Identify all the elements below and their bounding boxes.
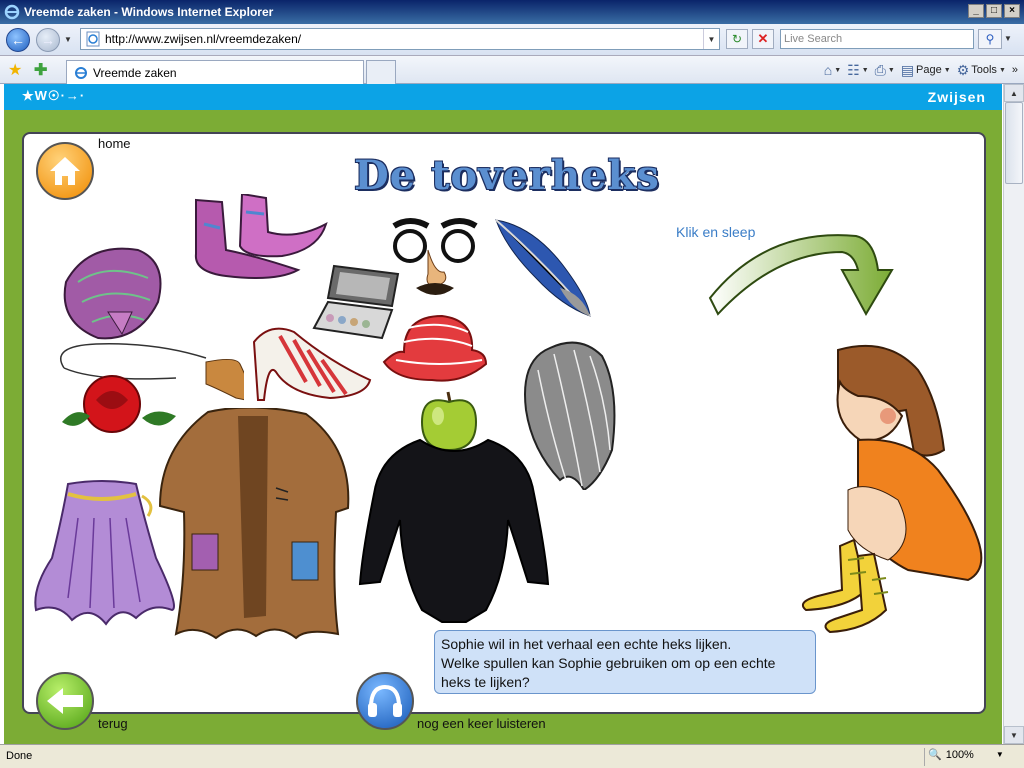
tab-label: Vreemde zaken: [93, 65, 177, 80]
search-button[interactable]: ⚲: [978, 29, 1002, 49]
brand-link[interactable]: Zwijsen: [928, 89, 986, 105]
page-icon: ▤: [900, 61, 915, 78]
recent-pages-dropdown[interactable]: ▼: [64, 35, 72, 44]
headphones-icon: [368, 684, 402, 717]
minimize-button[interactable]: _: [968, 4, 984, 18]
sophie-girl-character: [802, 344, 983, 634]
game-stage: home De toverheks Klik en sleep Sophie w…: [22, 132, 986, 731]
home-label: home: [98, 136, 131, 151]
address-toolbar: ← → ▼ http://www.zwijsen.nl/vreemdezaken…: [0, 24, 1024, 56]
purple-skirt-item[interactable]: [32, 478, 180, 630]
tools-menu[interactable]: ⚙ Tools ▼: [957, 62, 1006, 79]
home-button[interactable]: [36, 142, 94, 200]
speech-line-2: Welke spullen kan Sophie gebruiken om op…: [441, 655, 776, 671]
new-tab-button[interactable]: [366, 60, 396, 84]
ie-logo-icon: [4, 4, 20, 20]
home-icon: ⌂: [823, 62, 833, 78]
rss-feed-icon: ☷: [847, 61, 860, 78]
close-button[interactable]: ×: [1004, 4, 1020, 18]
zoom-dropdown-icon: ▼: [995, 750, 1004, 759]
listen-again-label: nog een keer luisteren: [417, 716, 546, 731]
status-bar: Done 🔍 100% ▼: [0, 744, 1024, 768]
scroll-up-arrow-icon[interactable]: ▲: [1004, 84, 1024, 102]
house-icon: [50, 157, 80, 185]
ie-page-icon: [75, 66, 87, 79]
stop-icon: ✕: [757, 31, 769, 46]
listen-again-button[interactable]: [356, 672, 414, 730]
purple-headscarf-item[interactable]: [58, 242, 168, 344]
tab-toolbar: ★ ✚ Vreemde zaken ⌂ ▼ ☷ ▼ ⎙ ▼ ▤ Page ▼ ⚙ Tools…: [0, 56, 1024, 84]
arrow-left-icon: ←: [11, 31, 25, 48]
ie-page-icon: [86, 31, 100, 47]
red-striped-hat-item[interactable]: [382, 310, 488, 384]
home-command[interactable]: ⌂ ▼: [824, 62, 841, 78]
arrow-left-icon: [47, 688, 83, 714]
tattered-coat-item[interactable]: [156, 408, 352, 640]
zoom-magnifier-icon: 🔍: [928, 749, 942, 761]
address-field[interactable]: http://www.zwijsen.nl/vreemdezaken/ ▼: [80, 28, 720, 50]
feeds-command[interactable]: ☷ ▼: [847, 62, 869, 79]
page-title: De toverheks: [354, 152, 660, 199]
favorites-star-icon[interactable]: ★: [8, 60, 22, 80]
search-icon: ⚲: [985, 32, 995, 46]
speech-line-3: heks te lijken?: [441, 674, 530, 690]
back-label: terug: [98, 716, 128, 731]
forward-nav-button[interactable]: →: [36, 27, 60, 52]
address-dropdown[interactable]: ▼: [703, 29, 719, 49]
speech-line-1: Sophie wil in het verhaal een echte heks…: [441, 636, 732, 652]
more-commands[interactable]: »: [1012, 64, 1018, 76]
gear-icon: ⚙: [956, 61, 970, 78]
command-bar: ⌂ ▼ ☷ ▼ ⎙ ▼ ▤ Page ▼ ⚙ Tools ▼ »: [824, 60, 1018, 80]
scroll-down-arrow-icon[interactable]: ▼: [1004, 726, 1024, 744]
window-title: Vreemde zaken - Windows Internet Explore…: [24, 5, 274, 19]
address-url: http://www.zwijsen.nl/vreemdezaken/: [105, 32, 302, 46]
arrow-right-icon: →: [41, 31, 55, 48]
stop-button[interactable]: ✕: [752, 29, 774, 49]
zoom-level: 100%: [945, 748, 974, 761]
tools-menu-label: Tools: [971, 64, 997, 76]
search-placeholder: Live Search: [784, 33, 843, 45]
refresh-icon: ↻: [731, 32, 743, 46]
speech-bubble: Sophie wil in het verhaal een echte heks…: [434, 630, 816, 694]
site-logo[interactable]: ★W☉·→·: [22, 88, 85, 104]
nose-glasses-item[interactable]: [388, 216, 482, 302]
black-leotard-item[interactable]: [358, 434, 550, 624]
print-command[interactable]: ⎙ ▼: [875, 62, 895, 79]
witch-boots-item[interactable]: [186, 194, 332, 290]
vertical-scrollbar[interactable]: ▲ ▼: [1003, 84, 1024, 744]
curved-arrow-icon: [708, 234, 894, 317]
page-menu[interactable]: ▤ Page ▼: [901, 62, 951, 79]
tab-vreemde-zaken[interactable]: Vreemde zaken: [66, 60, 364, 84]
maximize-button[interactable]: □: [986, 4, 1002, 18]
add-favorites-icon[interactable]: ✚: [34, 60, 47, 80]
page-menu-label: Page: [916, 64, 942, 76]
search-input[interactable]: Live Search: [780, 29, 974, 49]
scroll-thumb[interactable]: [1005, 102, 1023, 184]
status-text: Done: [6, 750, 33, 762]
striped-heels-item[interactable]: [250, 322, 376, 412]
blue-feather-item[interactable]: [492, 214, 596, 320]
back-button[interactable]: [36, 672, 94, 730]
page-viewport: ★W☉·→· Zwijsen home De toverheks Klik en…: [0, 84, 1024, 744]
window-titlebar: Vreemde zaken - Windows Internet Explore…: [0, 0, 1024, 24]
refresh-button[interactable]: ↻: [726, 29, 748, 49]
back-nav-button[interactable]: ←: [6, 27, 30, 52]
search-options-dropdown[interactable]: ▼: [1004, 34, 1012, 43]
zoom-control[interactable]: 🔍 100% ▼: [928, 748, 1004, 762]
site-header: ★W☉·→· Zwijsen: [4, 84, 1002, 110]
printer-icon: ⎙: [874, 61, 886, 78]
